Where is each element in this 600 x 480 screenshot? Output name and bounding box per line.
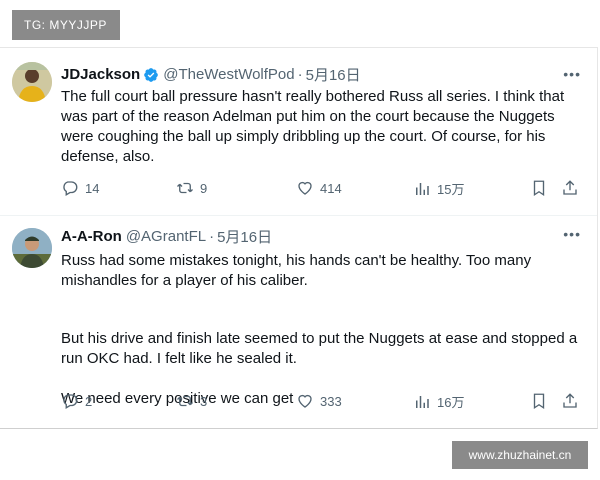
reply-button[interactable]: 14 [61,179,99,197]
views-button[interactable]: 16万 [413,392,464,411]
author-handle[interactable]: @TheWestWolfPod [163,66,294,83]
tweet-paragraph: But his drive and finish late seemed to … [61,330,578,367]
reply-count: 2 [85,393,93,409]
bookmark-button[interactable] [530,392,548,410]
views-icon [416,395,429,408]
separator-dot: · [209,228,215,245]
views-count: 15万 [437,182,465,197]
tweet-1[interactable]: JDJackson @TheWestWolfPod · 5月16日 ••• Th… [0,48,597,216]
tweet-thread: JDJackson @TheWestWolfPod · 5月16日 ••• Th… [0,47,598,429]
tweet-date[interactable]: 5月16日 [306,64,361,85]
share-icon [563,393,577,408]
share-button[interactable] [561,179,579,197]
verified-icon [144,67,159,82]
more-icon[interactable]: ••• [563,226,581,242]
more-icon[interactable]: ••• [563,66,581,82]
tweet-text: The full court ball pressure hasn't real… [61,88,565,165]
tweet-date[interactable]: 5月16日 [217,226,272,247]
like-icon [298,181,312,195]
like-icon [298,394,312,408]
views-count: 16万 [437,395,465,410]
tweet-header: A-A-Ron @AGrantFL · 5月16日 [61,226,272,247]
author-name[interactable]: JDJackson [61,66,140,83]
retweet-count: 9 [200,180,208,196]
watermark-top: TG: MYYJJPP [12,10,120,40]
like-count: 414 [320,180,342,196]
avatar[interactable] [12,228,52,268]
tweet-paragraph: Russ had some mistakes tonight, his hand… [61,252,532,289]
tweet-2[interactable]: A-A-Ron @AGrantFL · 5月16日 ••• Russ had s… [0,216,597,428]
retweet-count: 3 [200,393,208,409]
retweet-icon [177,182,193,194]
watermark-bottom: www.zhuzhainet.cn [452,441,588,469]
tweet-header: JDJackson @TheWestWolfPod · 5月16日 [61,64,361,85]
views-button[interactable]: 15万 [413,179,464,198]
reply-button[interactable]: 2 [61,392,92,410]
share-button[interactable] [561,392,579,410]
retweet-button[interactable]: 9 [176,179,207,197]
author-name[interactable]: A-A-Ron [61,228,122,245]
views-icon [416,182,429,195]
retweet-button[interactable]: 3 [176,392,207,410]
avatar[interactable] [12,62,52,102]
author-handle[interactable]: @AGrantFL [126,228,206,245]
tweet-actions: 2 3 333 16万 [61,392,591,412]
separator-dot: · [297,66,303,83]
share-icon [563,180,577,195]
retweet-icon [177,395,193,407]
reply-count: 14 [85,180,100,196]
tweet-actions: 14 9 414 15万 [61,179,591,199]
reply-icon [63,181,78,196]
like-button[interactable]: 333 [296,392,342,410]
like-button[interactable]: 414 [296,179,342,197]
bookmark-icon [533,393,545,410]
reply-icon [63,394,78,409]
like-count: 333 [320,393,342,409]
bookmark-icon [533,180,545,197]
bookmark-button[interactable] [530,179,548,197]
